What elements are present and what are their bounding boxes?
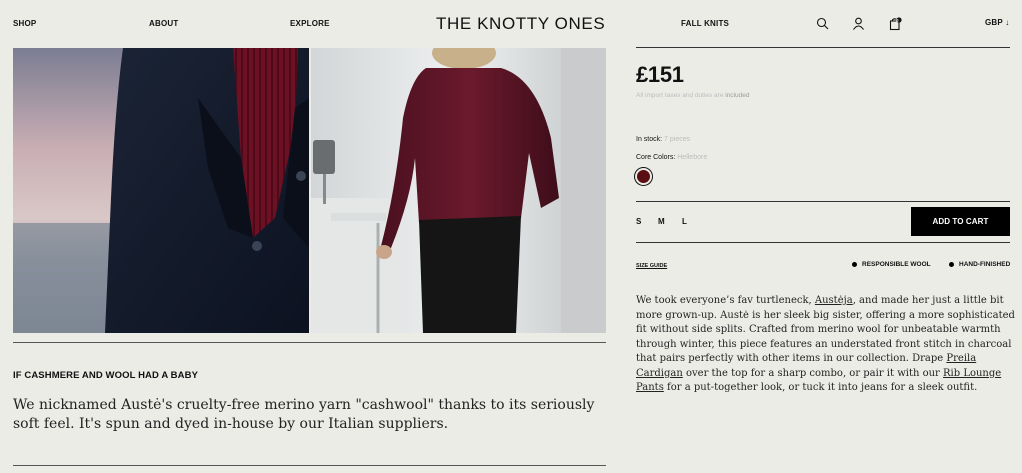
link-austeja[interactable]: Austėja [815, 295, 853, 306]
badge-label: HAND-FINISHED [959, 261, 1011, 268]
bullet-icon [949, 262, 954, 267]
size-option-l[interactable]: L [682, 217, 687, 226]
product-description: We took everyone’s fav turtleneck, Austė… [636, 294, 1016, 396]
teaser-text: We nicknamed Austė's cruelty-free merino… [13, 397, 595, 432]
stock-info: In stock: 7 pieces [636, 136, 690, 143]
stock-value: 7 pieces [664, 136, 691, 143]
search-icon[interactable] [816, 17, 830, 31]
nav-fall-knits[interactable]: FALL KNITS [681, 19, 729, 28]
nav-shop[interactable]: SHOP [13, 19, 36, 28]
desc-part-3: over the top for a sharp combo, or pair … [682, 367, 944, 379]
cart-count: 0 [896, 18, 899, 23]
product-image-back-view[interactable] [311, 48, 606, 333]
add-to-cart-button[interactable]: ADD TO CART [911, 207, 1010, 236]
size-bottom-divider [636, 242, 1010, 243]
color-info: Core Colors: Hellebore [636, 154, 707, 161]
size-top-divider [636, 201, 1010, 202]
size-option-s[interactable]: S [636, 217, 641, 226]
color-label: Core Colors: [636, 154, 676, 161]
color-value: Hellebore [677, 154, 708, 161]
stock-label: In stock: [636, 136, 663, 143]
header-divider [636, 47, 1010, 48]
teaser-heading: IF CASHMERE AND WOOL HAD A BABY [13, 370, 199, 381]
tax-note: All import taxes and duties are included [636, 92, 749, 99]
badge-responsible-wool: RESPONSIBLE WOOL [852, 261, 931, 268]
site-header: SHOP ABOUT EXPLORE THE KNOTTY ONES FALL … [0, 0, 1022, 48]
tax-note-included: included [725, 92, 750, 99]
color-swatch-hellebore[interactable] [635, 168, 652, 185]
size-guide-link[interactable]: SIZE GUIDE [636, 263, 667, 269]
teaser-top-divider [13, 342, 606, 343]
currency-selector[interactable]: GBP ↓ [985, 18, 1009, 27]
site-logo[interactable]: THE KNOTTY ONES [436, 14, 605, 34]
account-icon[interactable] [852, 17, 866, 31]
tax-note-prefix: All import taxes and duties are [636, 92, 726, 99]
nav-about[interactable]: ABOUT [149, 19, 178, 28]
badge-hand-finished: HAND-FINISHED [949, 261, 1010, 268]
nav-explore[interactable]: EXPLORE [290, 19, 330, 28]
desc-part-1: We took everyone’s fav turtleneck, [636, 295, 815, 306]
size-option-m[interactable]: M [658, 217, 665, 226]
bullet-icon [852, 262, 857, 267]
product-price: £151 [636, 62, 684, 87]
desc-part-4: for a put-together look, or tuck it into… [663, 382, 978, 393]
product-image-closeup[interactable] [13, 48, 309, 333]
teaser-bottom-divider [13, 465, 606, 466]
badge-label: RESPONSIBLE WOOL [862, 261, 931, 268]
